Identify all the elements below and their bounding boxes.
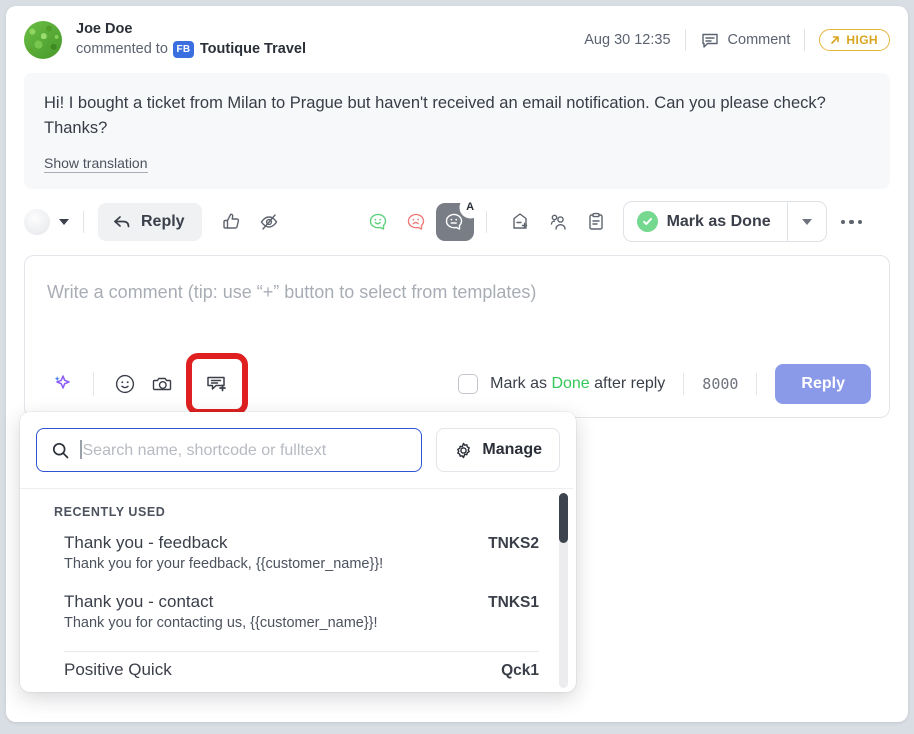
mark-done-after-reply-label: Mark as Done after reply — [490, 375, 665, 393]
chevron-down-icon[interactable] — [59, 218, 69, 225]
list-item-header: Thank you - feedback TNKS2 — [64, 533, 539, 553]
search-placeholder: Search name, shortcode or fulltext — [82, 442, 327, 459]
mark-as-done-button[interactable]: Mark as Done — [624, 202, 787, 241]
conversation-header: Joe Doe commented to FB Toutique Travel … — [6, 6, 908, 65]
list-item-header: Positive Quick Qck1 — [64, 660, 539, 680]
comment-composer: Write a comment (tip: use “+” button to … — [24, 255, 890, 418]
happy-face-bubble-icon[interactable] — [360, 203, 398, 241]
manage-templates-button[interactable]: Manage — [436, 428, 560, 472]
assign-user-icon[interactable] — [539, 203, 577, 241]
list-item[interactable]: Thank you - contact TNKS1 Thank you for … — [20, 584, 573, 643]
done-word: Done — [551, 375, 590, 392]
divider — [683, 373, 685, 395]
add-tag-icon[interactable] — [501, 203, 539, 241]
divider — [485, 210, 487, 233]
header-meta: Aug 30 12:35 Comment HIGH — [584, 28, 890, 51]
template-name: Thank you - contact — [64, 592, 214, 611]
char-counter: 8000 — [702, 375, 739, 393]
divider — [756, 373, 758, 395]
comment-bubble-icon — [700, 30, 720, 50]
manage-label: Manage — [482, 441, 542, 458]
type-label: Comment — [727, 31, 791, 48]
reply-button-label: Reply — [141, 212, 185, 230]
insert-template-icon — [204, 371, 230, 397]
templates-dropdown-header: Search name, shortcode or fulltext Manag… — [20, 412, 576, 488]
search-input[interactable]: Search name, shortcode or fulltext — [80, 440, 326, 460]
chevron-down-icon — [801, 218, 812, 225]
action-text: commented to — [76, 40, 168, 57]
mark-after-suffix: after reply — [589, 375, 666, 392]
templates-dropdown: Search name, shortcode or fulltext Manag… — [20, 412, 576, 692]
header-identity: Joe Doe commented to FB Toutique Travel — [76, 20, 306, 59]
arrow-up-right-icon — [829, 34, 841, 46]
list-item[interactable]: Thank you - feedback TNKS2 Thank you for… — [20, 525, 573, 584]
more-options-icon[interactable] — [840, 219, 863, 225]
text-cursor — [80, 440, 82, 459]
timestamp: Aug 30 12:35 — [584, 31, 671, 48]
divider — [83, 210, 84, 233]
clipboard-icon[interactable] — [577, 203, 615, 241]
conversation-type: Comment — [686, 30, 805, 50]
status-badge[interactable]: HIGH — [819, 28, 890, 51]
eye-off-icon[interactable] — [250, 203, 288, 241]
templates-list[interactable]: RECENTLY USED Thank you - feedback TNKS2… — [20, 488, 573, 692]
mark-as-done-group: Mark as Done — [622, 201, 827, 243]
agent-avatar[interactable] — [24, 208, 50, 235]
user-action-line: commented to FB Toutique Travel — [76, 40, 306, 60]
channel-name: Toutique Travel — [199, 40, 306, 57]
list-item[interactable]: Positive Quick Qck1 — [20, 652, 573, 692]
comment-input[interactable]: Write a comment (tip: use “+” button to … — [25, 256, 889, 303]
reply-button[interactable]: Reply — [98, 202, 202, 241]
composer-actions: Mark as Done after reply 8000 Reply — [458, 364, 871, 404]
show-translation-link[interactable]: Show translation — [44, 155, 148, 174]
template-code: TNKS2 — [488, 535, 539, 552]
user-name: Joe Doe — [76, 21, 133, 37]
neutral-face-bubble-icon[interactable]: A — [435, 197, 480, 241]
divider — [93, 372, 94, 396]
priority-label: HIGH — [846, 32, 878, 47]
ai-sparkle-icon[interactable] — [43, 365, 81, 403]
mark-done-after-reply-checkbox[interactable] — [458, 374, 479, 394]
thumbs-up-icon[interactable] — [212, 203, 250, 241]
facebook-badge-icon: FB — [172, 40, 194, 58]
avatar — [24, 20, 62, 59]
template-code: Qck1 — [501, 662, 539, 679]
template-code: TNKS1 — [488, 594, 539, 611]
mark-as-done-label: Mark as Done — [666, 212, 771, 230]
scrollbar-thumb[interactable] — [559, 493, 568, 543]
message-body: Hi! I bought a ticket from Milan to Prag… — [44, 94, 826, 138]
emoji-icon[interactable] — [106, 365, 144, 403]
template-name: Thank you - feedback — [64, 533, 228, 552]
reply-arrow-icon — [112, 212, 132, 232]
template-search-field[interactable]: Search name, shortcode or fulltext — [36, 428, 423, 472]
message-bubble: Hi! I bought a ticket from Milan to Prag… — [24, 73, 890, 190]
mark-as-done-dropdown[interactable] — [786, 202, 826, 242]
list-item-header: Thank you - contact TNKS1 — [64, 592, 539, 612]
action-toolbar: Reply A Mark as Done — [6, 189, 908, 252]
composer-toolbar: Mark as Done after reply 8000 Reply — [25, 351, 889, 417]
section-header: RECENTLY USED — [54, 505, 166, 519]
check-circle-icon — [636, 211, 658, 233]
auto-badge: A — [460, 197, 480, 217]
sad-face-bubble-icon[interactable] — [398, 203, 436, 241]
camera-icon[interactable] — [144, 365, 182, 403]
mark-after-prefix: Mark as — [490, 375, 552, 392]
template-preview: Thank you for contacting us, {{customer_… — [64, 615, 378, 631]
app-root: Joe Doe commented to FB Toutique Travel … — [0, 0, 914, 734]
search-icon — [51, 441, 70, 460]
send-reply-button[interactable]: Reply — [775, 364, 871, 404]
divider — [804, 28, 806, 51]
template-preview: Thank you for your feedback, {{customer_… — [64, 556, 384, 572]
template-name: Positive Quick — [64, 660, 172, 679]
gear-icon — [454, 441, 473, 460]
insert-template-button[interactable] — [186, 353, 248, 415]
